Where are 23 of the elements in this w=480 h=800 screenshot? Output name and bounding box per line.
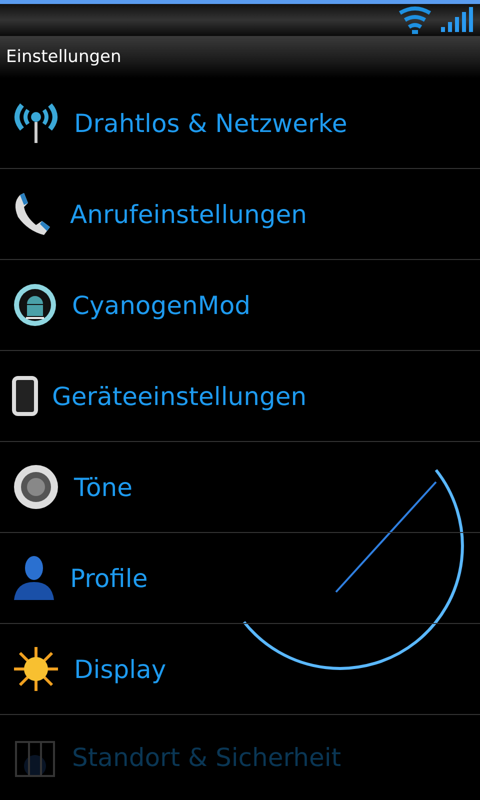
settings-item-label: Display — [74, 654, 166, 684]
settings-item-label: Anrufeinstellungen — [70, 200, 307, 228]
settings-item[interactable]: CyanogenMod — [0, 260, 480, 351]
speaker-icon — [12, 463, 60, 511]
settings-item-label: Profile — [70, 564, 148, 592]
phone-device-icon — [12, 376, 38, 416]
antenna-icon — [12, 101, 60, 145]
settings-item-label: Standort & Sicherheit — [72, 743, 342, 772]
signal-icon — [440, 7, 474, 33]
person-icon — [12, 554, 56, 602]
settings-item[interactable]: Anrufeinstellungen — [0, 169, 480, 260]
settings-item-label: CyanogenMod — [72, 290, 251, 320]
settings-item[interactable]: Display — [0, 624, 480, 715]
sun-icon — [12, 645, 60, 693]
settings-item[interactable]: Drahtlos & Netzwerke — [0, 78, 480, 169]
settings-item-label: Töne — [74, 472, 133, 502]
settings-item-label: Geräteeinstellungen — [52, 382, 307, 410]
settings-item[interactable]: Profile — [0, 533, 480, 624]
wifi-icon — [398, 6, 432, 34]
settings-item[interactable]: Töne — [0, 442, 480, 533]
screen-title: Einstellungen — [6, 47, 122, 67]
settings-item[interactable]: Geräteeinstellungen — [0, 351, 480, 442]
settings-item-label: Drahtlos & Netzwerke — [74, 108, 348, 138]
